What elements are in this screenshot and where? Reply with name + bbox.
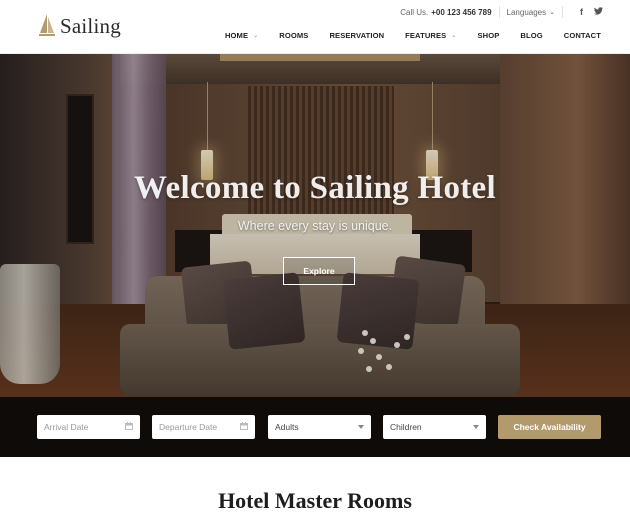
topbar-divider	[562, 6, 563, 18]
hero-subtitle: Where every stay is unique.	[237, 219, 393, 233]
nav-label: RESERVATION	[329, 30, 385, 40]
nav-label: CONTACT	[563, 30, 601, 40]
check-availability-button[interactable]: Check Availability	[498, 415, 601, 439]
chevron-down-icon: ⌄	[253, 32, 259, 39]
arrival-date-placeholder: Arrival Date	[44, 422, 89, 432]
caret-down-icon	[473, 425, 479, 429]
children-select[interactable]: Children	[383, 415, 486, 439]
departure-date-field[interactable]: Departure Date	[152, 415, 255, 439]
nav-item-features[interactable]: FEATURES ⌄	[405, 31, 456, 40]
logo[interactable]: Sailing	[38, 10, 121, 42]
nav-label: FEATURES	[405, 30, 447, 40]
calendar-icon	[125, 422, 133, 432]
children-select-value: Children	[390, 422, 422, 432]
caret-down-icon	[358, 425, 364, 429]
nav-label: SHOP	[477, 30, 500, 40]
adults-select-value: Adults	[275, 422, 299, 432]
nav-item-shop[interactable]: SHOP	[477, 31, 499, 40]
nav-label: BLOG	[520, 30, 543, 40]
calendar-icon	[240, 422, 248, 432]
hero-banner: Welcome to Sailing Hotel Where every sta…	[0, 54, 630, 397]
adults-select[interactable]: Adults	[268, 415, 371, 439]
nav-item-reservation[interactable]: RESERVATION	[329, 31, 384, 40]
call-number[interactable]: +00 123 456 789	[431, 8, 491, 17]
social-links: f	[580, 7, 603, 17]
nav-item-blog[interactable]: BLOG	[520, 31, 542, 40]
twitter-icon[interactable]	[594, 7, 603, 17]
nav-item-rooms[interactable]: ROOMS	[279, 31, 308, 40]
languages-dropdown[interactable]: Languages ⌄	[507, 8, 555, 17]
section-title: Hotel Master Rooms	[218, 488, 412, 513]
nav-label: HOME	[224, 30, 249, 40]
languages-label: Languages	[506, 7, 547, 17]
booking-bar: Arrival Date Departure Date Adults Child…	[0, 397, 630, 457]
hero-title: Welcome to Sailing Hotel	[134, 170, 496, 206]
topbar: Call Us. +00 123 456 789 Languages ⌄ f	[400, 5, 603, 19]
brand-name: Sailing	[60, 13, 121, 38]
call-label: Call Us.	[400, 7, 429, 17]
chevron-down-icon: ⌄	[549, 9, 555, 16]
departure-date-placeholder: Departure Date	[159, 422, 218, 432]
chevron-down-icon: ⌄	[451, 32, 457, 39]
nav-item-contact[interactable]: CONTACT	[564, 31, 601, 40]
site-header: Sailing Call Us. +00 123 456 789 Languag…	[0, 0, 630, 54]
sail-icon	[38, 13, 56, 39]
topbar-divider	[498, 6, 500, 18]
facebook-icon[interactable]: f	[580, 7, 583, 17]
main-nav: HOME ⌄ ROOMS RESERVATION FEATURES ⌄ SHOP…	[225, 29, 601, 41]
explore-button[interactable]: Explore	[283, 257, 355, 285]
arrival-date-field[interactable]: Arrival Date	[37, 415, 140, 439]
nav-label: ROOMS	[279, 30, 309, 40]
nav-item-home[interactable]: HOME ⌄	[225, 31, 258, 40]
